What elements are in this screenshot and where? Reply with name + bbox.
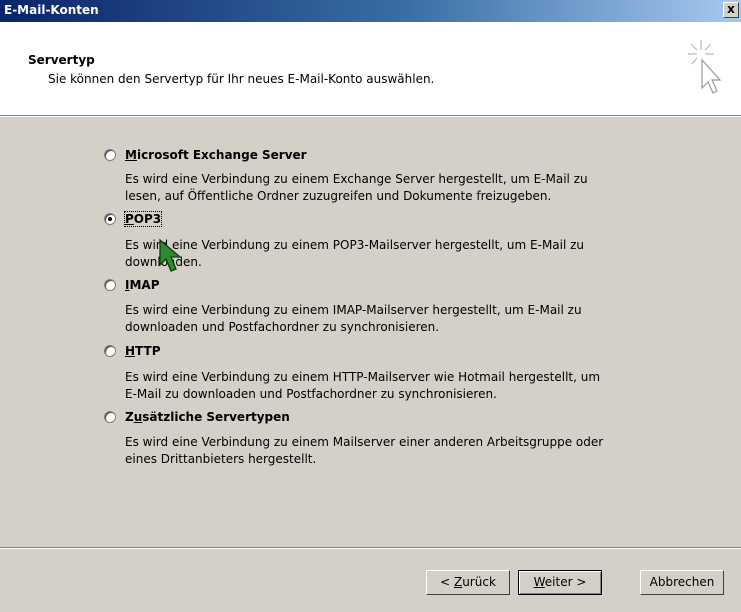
option-imap-label[interactable]: IMAP xyxy=(125,278,160,292)
radio-imap[interactable] xyxy=(104,279,116,291)
wizard-sparkle-cursor-icon xyxy=(688,40,722,94)
option-exchange-description: Es wird eine Verbindung zu einem Exchang… xyxy=(125,172,588,203)
header-separator xyxy=(0,116,741,117)
radio-http[interactable] xyxy=(104,345,116,357)
radio-exchange[interactable] xyxy=(104,149,116,161)
option-pop3-description: Es wird eine Verbindung zu einem POP3-Ma… xyxy=(125,238,585,269)
option-imap-description: Es wird eine Verbindung zu einem IMAP-Ma… xyxy=(125,303,582,334)
mouse-pointer-icon xyxy=(159,238,182,272)
radio-additional[interactable] xyxy=(104,411,116,423)
option-additional-label[interactable]: Zusätzliche Servertypen xyxy=(125,410,290,424)
header-title: Servertyp xyxy=(28,53,95,67)
cancel-button[interactable]: Abbrechen xyxy=(640,570,724,595)
option-exchange-label[interactable]: Microsoft Exchange Server xyxy=(125,148,307,162)
title-bar: E-Mail-Konten x xyxy=(0,0,741,22)
window-title: E-Mail-Konten xyxy=(4,3,99,17)
header-subtitle: Sie können den Servertyp für Ihr neues E… xyxy=(48,72,435,86)
option-additional-description: Es wird eine Verbindung zu einem Mailser… xyxy=(125,435,604,466)
radio-pop3[interactable] xyxy=(104,213,116,225)
wizard-header: Servertyp Sie können den Servertyp für I… xyxy=(0,22,741,116)
back-button[interactable]: < Zurück xyxy=(426,570,510,595)
close-icon: x xyxy=(727,2,735,16)
close-button[interactable]: x xyxy=(723,2,739,18)
option-pop3-label[interactable]: POP3 xyxy=(123,211,163,227)
next-button[interactable]: Weiter > xyxy=(518,570,602,595)
option-http-description: Es wird eine Verbindung zu einem HTTP-Ma… xyxy=(125,370,601,401)
option-http-label[interactable]: HTTP xyxy=(125,344,161,358)
